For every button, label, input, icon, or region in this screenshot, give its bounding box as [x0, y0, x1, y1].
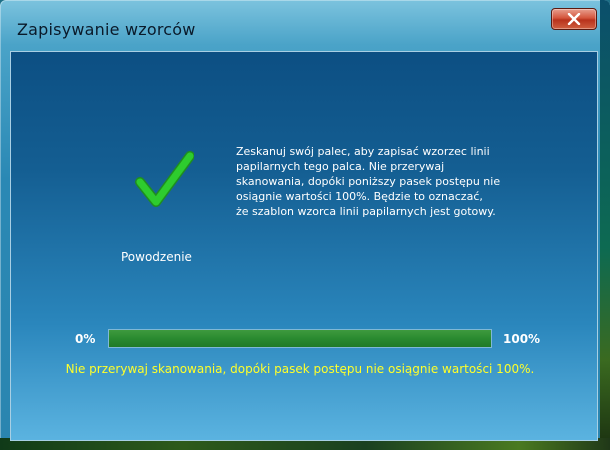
- status-label: Powodzenie: [121, 250, 192, 264]
- warning-text: Nie przerywaj skanowania, dopóki pasek p…: [65, 362, 535, 376]
- dialog-window: Zapisywanie wzorców Powodzenie Zeskanuj …: [0, 0, 610, 450]
- close-button[interactable]: [551, 8, 597, 30]
- window-title: Zapisywanie wzorców: [17, 20, 196, 39]
- progress-end-label: 100%: [503, 332, 541, 346]
- desktop-background-edge: [600, 0, 610, 450]
- content-panel: [10, 51, 598, 441]
- instructions-line: że szablon wzorca linii papilarnych jest…: [236, 205, 496, 218]
- progress-start-label: 0%: [75, 332, 96, 346]
- instructions-text: Zeskanuj swój palec, aby zapisać wzorzec…: [236, 144, 506, 219]
- progress-bar-fill: [109, 330, 491, 347]
- instructions-line: Zeskanuj swój palec, aby zapisać wzorzec…: [236, 145, 490, 158]
- close-icon: [567, 13, 581, 25]
- checkmark-icon: [134, 150, 195, 214]
- title-bar[interactable]: Zapisywanie wzorców: [0, 0, 610, 46]
- instructions-line: skanowania, dopóki poniższy pasek postęp…: [236, 175, 501, 188]
- instructions-line: osiągnie wartości 100%. Będzie to oznacz…: [236, 190, 483, 203]
- progress-bar: [108, 329, 492, 348]
- instructions-line: papilarnych tego palca. Nie przerywaj: [236, 160, 445, 173]
